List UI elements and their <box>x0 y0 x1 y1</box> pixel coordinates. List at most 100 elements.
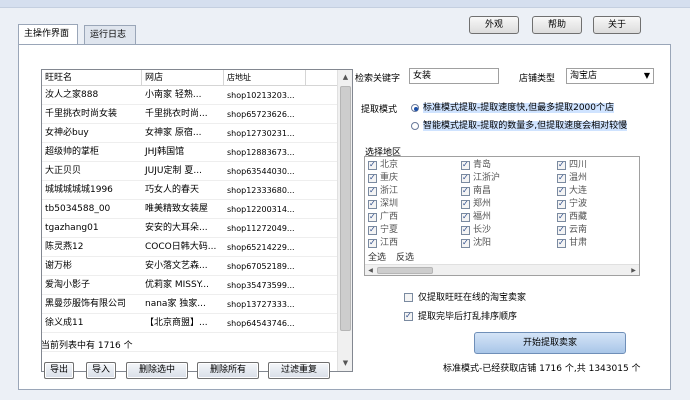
shop-type-select[interactable]: 淘宝店 ▼ <box>566 68 654 84</box>
mode-label: 提取模式 <box>361 105 398 115</box>
table-row[interactable]: 徐义成11 【北京商盟】... shop64543746... <box>42 314 338 333</box>
region-checkbox[interactable]: 沈阳 <box>461 237 491 249</box>
scroll-thumb[interactable] <box>340 86 351 331</box>
shop-cell <box>142 333 224 352</box>
table-vscrollbar[interactable]: ▲ ▼ <box>337 70 352 371</box>
wangwang-cell: tgazhang01 <box>45 223 99 233</box>
region-checkbox[interactable]: 长沙 <box>461 224 491 236</box>
region-checkbox[interactable]: 深圳 <box>368 198 398 210</box>
region-checkbox[interactable]: 福州 <box>461 211 491 223</box>
region-checkbox[interactable]: 江西 <box>368 237 398 249</box>
table-row[interactable]: 陈灵燕12 COCO日韩大码... shop65214229... <box>42 238 338 257</box>
checkbox-checked-icon <box>461 224 470 235</box>
address-cell: shop11272049... <box>227 224 295 233</box>
export-button[interactable]: 导出 <box>44 362 74 379</box>
checkbox-checked-icon <box>461 159 470 170</box>
shop-cell: 优莉家 MISSY... <box>145 280 209 290</box>
region-checkbox[interactable]: 广西 <box>368 211 398 223</box>
region-label: 浙江 <box>380 186 399 196</box>
shop-cell: COCO日韩大码... <box>145 242 217 252</box>
scroll-right-arrow-icon[interactable]: ▶ <box>628 265 639 275</box>
table-row[interactable]: 城城城城城1996 巧女人的春天 shop12333680... <box>42 181 338 200</box>
radio-unchecked-icon <box>411 122 419 130</box>
mode-standard-radio[interactable]: 标准模式提取-提取速度快,但最多提取2000个店 <box>409 101 618 115</box>
tab-log[interactable]: 运行日志 <box>84 25 136 44</box>
region-checkbox[interactable]: 郑州 <box>461 198 492 210</box>
table-row[interactable]: tgazhang01 安安的大耳朵... shop11272049... <box>42 219 338 238</box>
region-scroll-thumb[interactable] <box>377 267 433 274</box>
shop-type-label: 店铺类型 <box>519 74 556 84</box>
region-checkbox[interactable]: 温州 <box>557 172 588 184</box>
address-cell: shop65214229... <box>227 243 295 252</box>
table-row[interactable]: 汝人之家888 小南家 轻熟... shop10213203... <box>42 86 338 105</box>
region-label: 郑州 <box>473 199 492 209</box>
table-row[interactable]: tb5034588_00 唯美精致女装屋 shop12200314... <box>42 200 338 219</box>
scroll-left-arrow-icon[interactable]: ◀ <box>365 265 376 275</box>
tab-main[interactable]: 主操作界面 <box>18 24 78 44</box>
table-row[interactable]: 女神必buy 女神家 原宿... shop12730231... <box>42 124 338 143</box>
address-cell <box>224 333 306 352</box>
region-checkbox[interactable]: 宁夏 <box>368 224 398 236</box>
chevron-down-icon: ▼ <box>643 71 650 80</box>
region-checkbox[interactable]: 重庆 <box>368 172 398 184</box>
shuffle-checkbox[interactable]: 提取完毕后打乱排序顺序 <box>404 310 517 323</box>
checkbox-checked-icon <box>461 185 470 196</box>
table-row[interactable]: 谢万彬 安小落文艺森... shop67052189... <box>42 257 338 276</box>
import-button[interactable]: 导入 <box>86 362 116 379</box>
delete-all-button[interactable]: 删除所有 <box>197 362 259 379</box>
region-checkbox[interactable]: 甘肃 <box>557 237 587 249</box>
window-top-strip <box>0 0 690 8</box>
mode-smart-radio[interactable]: 智能模式提取-提取的数量多,但提取速度会相对较慢 <box>409 119 631 133</box>
table-row[interactable]: 黑曼莎服饰有限公司 nana家 独家... shop13727333... <box>42 295 338 314</box>
table-row[interactable]: 大正贝贝 JUJU定制 夏... shop63544030... <box>42 162 338 181</box>
region-checkbox[interactable]: 西藏 <box>557 211 588 223</box>
region-label: 西藏 <box>569 212 588 222</box>
region-checkbox[interactable]: 江浙沪 <box>461 172 500 184</box>
table-row[interactable]: 爱淘小影子 优莉家 MISSY... shop35473599... <box>42 276 338 295</box>
col-header-shop[interactable]: 网店 <box>142 70 224 86</box>
start-extract-button[interactable]: 开始提取卖家 <box>474 332 626 354</box>
shop-cell: 女神家 原宿... <box>145 128 202 138</box>
region-label: 南昌 <box>473 186 492 196</box>
region-checkbox[interactable]: 浙江 <box>368 185 399 197</box>
scroll-up-arrow-icon[interactable]: ▲ <box>338 70 352 85</box>
region-checkbox[interactable]: 北京 <box>368 159 398 171</box>
region-list[interactable]: 北京重庆浙江深圳广西宁夏江西 青岛江浙沪南昌郑州福州长沙沈阳 四川温州大连宁波西… <box>364 156 640 276</box>
col-header-address[interactable]: 店地址 <box>224 70 306 86</box>
only-online-checkbox[interactable]: 仅提取旺旺在线的淘宝卖家 <box>404 292 526 304</box>
table-row[interactable]: 超级帅的掌柜 JHJ韩国馆 shop12883673... <box>42 143 338 162</box>
keyword-input[interactable]: 女装 <box>409 68 499 84</box>
checkbox-checked-icon <box>368 211 377 222</box>
table-row[interactable]: 千里挑衣时尚女装 千里挑衣时尚... shop65723626... <box>42 105 338 124</box>
invert-selection-link[interactable]: 反选 <box>396 250 414 263</box>
checkbox-checked-icon <box>368 185 377 196</box>
region-hscrollbar[interactable]: ◀ ▶ <box>365 264 639 275</box>
checkbox-checked-icon <box>557 185 566 196</box>
about-button[interactable]: 关于 <box>593 16 641 34</box>
region-checkbox[interactable]: 大连 <box>557 185 587 197</box>
region-checkbox[interactable]: 南昌 <box>461 185 492 197</box>
filter-duplicates-button[interactable]: 过滤重复 <box>268 362 330 379</box>
shop-cell: 唯美精致女装屋 <box>145 204 209 214</box>
checkbox-checked-icon <box>404 310 413 322</box>
region-label: 云南 <box>569 225 588 235</box>
scroll-down-arrow-icon[interactable]: ▼ <box>338 356 352 371</box>
radio-checked-icon <box>411 104 419 112</box>
delete-selected-button[interactable]: 删除选中 <box>126 362 188 379</box>
region-checkbox[interactable]: 云南 <box>557 224 588 236</box>
checkbox-checked-icon <box>368 198 377 209</box>
checkbox-checked-icon <box>557 211 566 222</box>
col-header-wangwang[interactable]: 旺旺名 <box>42 70 142 86</box>
wangwang-cell: 千里挑衣时尚女装 <box>45 109 118 119</box>
select-all-link[interactable]: 全选 <box>368 250 386 263</box>
wangwang-cell: 黑曼莎服饰有限公司 <box>45 299 127 309</box>
region-checkbox[interactable]: 宁波 <box>557 198 587 210</box>
region-label: 温州 <box>569 173 588 183</box>
region-checkbox[interactable]: 青岛 <box>461 159 491 171</box>
region-label: 四川 <box>569 160 588 170</box>
region-checkbox[interactable]: 四川 <box>557 159 588 171</box>
help-button[interactable]: 帮助 <box>532 16 582 34</box>
shop-cell: 【北京商盟】... <box>145 318 208 328</box>
shop-table[interactable]: 旺旺名 网店 店地址 汝人之家888 小南家 轻熟... shop10213203.… <box>41 69 353 372</box>
appearance-button[interactable]: 外观 <box>469 16 519 34</box>
